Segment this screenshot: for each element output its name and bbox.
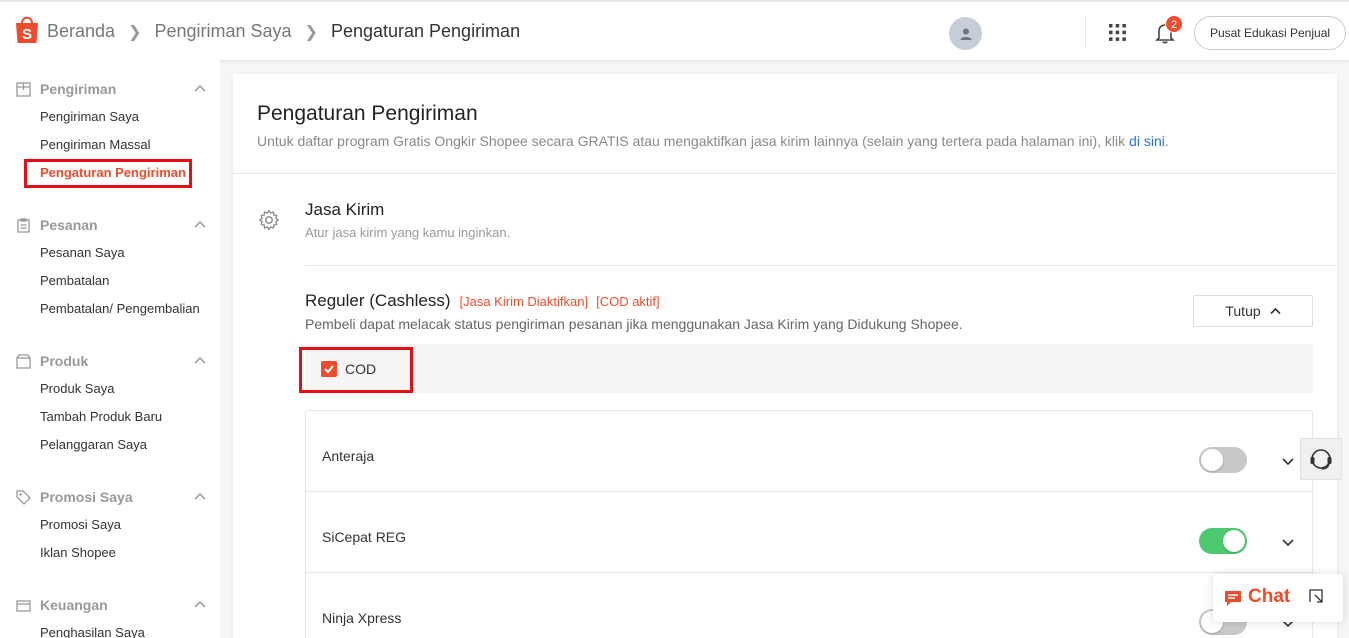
sidebar: Pengiriman Pengiriman Saya Pengiriman Ma…: [0, 60, 220, 638]
notification-badge: 2: [1165, 15, 1183, 33]
sidebar-section-pengiriman[interactable]: Pengiriman: [16, 81, 206, 97]
chat-label: Chat: [1248, 586, 1291, 607]
chevron-up-icon[interactable]: [194, 219, 206, 231]
breadcrumb: Beranda ❯ Pengiriman Saya ❯ Pengaturan P…: [47, 21, 520, 42]
collapse-button-label: Tutup: [1225, 303, 1261, 319]
highlight-box: [24, 159, 192, 188]
gear-icon: [259, 209, 279, 231]
shopee-logo[interactable]: S: [14, 14, 40, 44]
sidebar-section-produk[interactable]: Produk: [16, 353, 206, 369]
chevron-up-icon[interactable]: [194, 83, 206, 95]
sidebar-item-produk-saya[interactable]: Produk Saya: [40, 381, 114, 396]
breadcrumb-separator-icon: ❯: [128, 23, 142, 41]
headset-icon: [1310, 449, 1332, 470]
wallet-icon: [16, 599, 31, 612]
box-icon: [16, 353, 31, 369]
page-subtitle: Untuk daftar program Gratis Ongkir Shope…: [257, 133, 1169, 149]
page-subtitle-end: .: [1164, 133, 1169, 149]
chevron-down-icon[interactable]: [1282, 455, 1294, 467]
courier-toggle[interactable]: [1199, 528, 1247, 554]
courier-row: Ninja Xpress: [306, 573, 1312, 638]
sidebar-item-pembatalan[interactable]: Pembatalan: [40, 273, 109, 288]
package-icon: [16, 81, 31, 97]
sidebar-item-iklan-shopee[interactable]: Iklan Shopee: [40, 545, 116, 560]
reguler-title: Reguler (Cashless): [305, 291, 451, 310]
chevron-up-icon[interactable]: [194, 599, 206, 611]
breadcrumb-separator-icon: ❯: [304, 23, 318, 41]
reguler-description: Pembeli dapat melacak status pengiriman …: [305, 316, 963, 332]
toggle-knob: [1201, 449, 1223, 471]
breadcrumb-home[interactable]: Beranda: [47, 21, 115, 42]
sidebar-item-pengiriman-saya[interactable]: Pengiriman Saya: [40, 109, 139, 124]
divider: [305, 265, 1337, 266]
here-link[interactable]: di sini: [1129, 133, 1165, 149]
collapse-button[interactable]: Tutup: [1193, 295, 1313, 327]
courier-row: Anteraja: [306, 411, 1312, 492]
clipboard-icon: [17, 217, 30, 233]
tag-icon: [16, 489, 31, 505]
chat-widget[interactable]: Chat: [1213, 574, 1343, 622]
expand-icon[interactable]: [1309, 589, 1323, 603]
divider: [233, 173, 1337, 174]
chat-bubble-icon: [1225, 591, 1241, 606]
sidebar-section-title: Produk: [40, 353, 89, 369]
shipping-settings-card: Pengaturan Pengiriman Untuk daftar progr…: [233, 74, 1337, 638]
status-tag-cod: [COD aktif]: [596, 294, 660, 309]
customer-support-button[interactable]: [1300, 438, 1342, 480]
reguler-header: Reguler (Cashless) [Jasa Kirim Diaktifka…: [305, 291, 668, 311]
user-icon: [960, 28, 971, 40]
avatar[interactable]: [949, 17, 982, 50]
chevron-down-icon[interactable]: [1282, 536, 1294, 548]
breadcrumb-current: Pengaturan Pengiriman: [330, 21, 521, 41]
sidebar-item-tambah-produk[interactable]: Tambah Produk Baru: [40, 409, 162, 424]
courier-row: SiCepat REG: [306, 492, 1312, 573]
seller-education-button[interactable]: Pusat Edukasi Penjual: [1194, 16, 1346, 50]
toggle-knob: [1223, 530, 1245, 552]
chevron-up-icon[interactable]: [194, 491, 206, 503]
highlight-box: [299, 347, 413, 393]
courier-name: Anteraja: [322, 448, 375, 464]
sidebar-section-title: Pengiriman: [40, 81, 117, 97]
header-divider: [1085, 16, 1086, 48]
sidebar-section-keuangan[interactable]: Keuangan: [16, 597, 206, 613]
courier-name: Ninja Xpress: [322, 610, 402, 626]
chevron-up-icon: [1270, 307, 1281, 314]
sidebar-section-title: Keuangan: [40, 597, 108, 613]
breadcrumb-shipping[interactable]: Pengiriman Saya: [154, 21, 291, 42]
sidebar-section-title: Promosi Saya: [40, 489, 133, 505]
sidebar-section-pesanan[interactable]: Pesanan: [16, 217, 206, 233]
sidebar-item-penghasilan[interactable]: Penghasilan Saya: [40, 625, 145, 638]
section-subtitle: Atur jasa kirim yang kamu inginkan.: [305, 225, 511, 240]
status-tag-enabled: [Jasa Kirim Diaktifkan]: [459, 294, 589, 309]
sidebar-item-promosi-saya[interactable]: Promosi Saya: [40, 517, 121, 532]
sidebar-item-pelanggaran[interactable]: Pelanggaran Saya: [40, 437, 147, 452]
sidebar-section-title: Pesanan: [40, 217, 98, 233]
top-bar: S Beranda ❯ Pengiriman Saya ❯ Pengaturan…: [0, 0, 1349, 60]
apps-grid-icon[interactable]: [1109, 24, 1126, 41]
sidebar-item-pesanan-saya[interactable]: Pesanan Saya: [40, 245, 125, 260]
chevron-up-icon[interactable]: [194, 355, 206, 367]
courier-list: Anteraja SiCepat REG Ninja Xpress: [305, 410, 1313, 638]
sidebar-item-pengiriman-massal[interactable]: Pengiriman Massal: [40, 137, 151, 152]
sidebar-item-pengembalian[interactable]: Pembatalan/ Pengembalian: [40, 301, 200, 316]
courier-name: SiCepat REG: [322, 529, 407, 545]
sidebar-section-promosi[interactable]: Promosi Saya: [16, 489, 206, 505]
page-title: Pengaturan Pengiriman: [257, 102, 478, 125]
courier-toggle[interactable]: [1199, 447, 1247, 473]
page-subtitle-text: Untuk daftar program Gratis Ongkir Shope…: [257, 133, 1130, 149]
section-title: Jasa Kirim: [305, 200, 385, 219]
svg-text:S: S: [22, 26, 32, 43]
cod-option-bar: [305, 344, 1313, 393]
